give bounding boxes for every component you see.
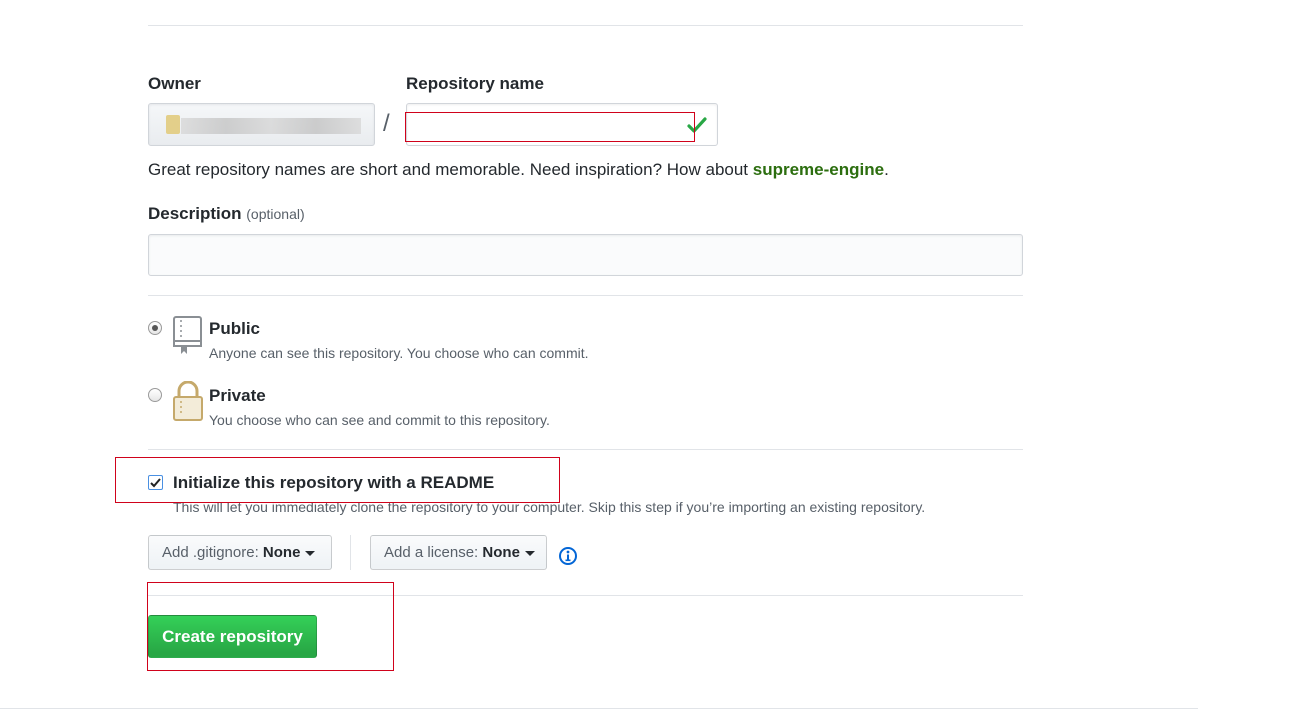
repo-name-label: Repository name <box>406 74 544 93</box>
top-divider <box>148 25 1023 26</box>
description-optional-note: (optional) <box>246 206 305 222</box>
name-suggestion-link[interactable]: supreme-engine <box>753 160 884 179</box>
owner-select[interactable] <box>148 103 375 146</box>
license-dropdown[interactable]: Add a license: None <box>370 535 547 570</box>
visibility-divider <box>148 295 1023 296</box>
repo-name-hint-end: . <box>884 160 889 179</box>
gitignore-value: None <box>262 544 301 561</box>
license-label: Add a license: <box>384 544 479 561</box>
description-label: Description (optional) <box>148 204 305 224</box>
owner-label: Owner <box>148 74 201 93</box>
init-divider <box>148 449 1023 450</box>
annotation-create <box>147 582 394 671</box>
info-icon[interactable] <box>558 546 578 566</box>
repo-icon <box>173 316 202 354</box>
annotation-readme <box>115 457 560 503</box>
dropdown-separator <box>350 535 351 570</box>
owner-repo-separator: / <box>383 110 390 137</box>
private-note: You choose who can see and commit to thi… <box>209 412 550 428</box>
avatar <box>166 115 180 134</box>
gitignore-dropdown[interactable]: Add .gitignore: None <box>148 535 332 570</box>
description-label-text: Description <box>148 204 242 223</box>
bottom-divider <box>0 708 1198 709</box>
private-title: Private <box>209 386 266 405</box>
license-value: None <box>482 544 520 561</box>
repo-name-hint: Great repository names are short and mem… <box>148 160 889 180</box>
caret-down-icon <box>305 550 316 556</box>
public-radio[interactable] <box>148 321 162 335</box>
public-title: Public <box>209 319 261 338</box>
annotation-repo-name <box>405 112 695 142</box>
redacted-owner-name <box>181 118 361 134</box>
description-input[interactable] <box>148 234 1023 276</box>
public-note: Anyone can see this repository. You choo… <box>209 345 589 361</box>
gitignore-label: Add .gitignore: <box>162 544 259 561</box>
caret-down-icon <box>524 550 535 556</box>
repo-name-hint-text: Great repository names are short and mem… <box>148 160 753 179</box>
private-radio[interactable] <box>148 388 162 402</box>
lock-icon <box>173 381 203 421</box>
